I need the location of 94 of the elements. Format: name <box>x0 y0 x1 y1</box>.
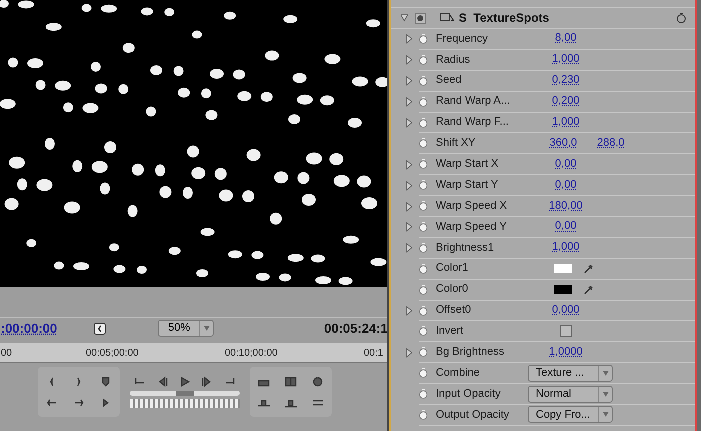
dropdown[interactable]: Normal <box>528 386 613 403</box>
value-field[interactable]: 0,00 <box>555 221 577 232</box>
parameter-label: Color0 <box>436 282 470 298</box>
disclosure-triangle-icon[interactable] <box>406 180 413 191</box>
shuttle-slider[interactable] <box>130 391 240 396</box>
parameter-label: Input Opacity <box>436 386 502 402</box>
dropdown-arrow-icon <box>602 392 608 397</box>
parameter-label: Seed <box>436 73 463 88</box>
parameter-label: Frequency <box>436 32 489 47</box>
jog-wheel[interactable] <box>130 399 240 408</box>
disclosure-triangle-icon[interactable] <box>406 97 413 108</box>
time-ruler[interactable]: 00 00:05;00:00 00:10;00:00 00:1 <box>0 343 387 363</box>
value-field[interactable]: 0,200 <box>552 96 580 108</box>
value-field[interactable]: 0,230 <box>552 75 580 86</box>
stopwatch-icon[interactable] <box>419 159 428 170</box>
stopwatch-icon[interactable] <box>419 410 428 420</box>
value-field[interactable]: 1,000 <box>552 54 580 66</box>
stopwatch-icon[interactable] <box>419 34 428 44</box>
stopwatch-icon[interactable] <box>419 222 428 232</box>
value-field[interactable]: 0,00 <box>555 180 577 191</box>
value-field[interactable]: 1,000 <box>552 117 580 128</box>
dropdown-arrow-icon <box>602 370 608 376</box>
effect-name: S_TextureSpots <box>459 10 550 27</box>
parameter-label: Output Opacity <box>436 408 510 423</box>
parameter-label: Rand Warp A... <box>436 94 512 110</box>
dropdown[interactable]: Texture ... <box>528 364 613 382</box>
reset-icon[interactable] <box>676 12 687 24</box>
stopwatch-icon[interactable] <box>419 368 428 378</box>
disclosure-triangle-icon[interactable] <box>401 13 408 23</box>
checkbox[interactable] <box>560 325 572 338</box>
color-swatch[interactable] <box>554 264 572 274</box>
parameter-label: Bg Brightness <box>436 345 506 360</box>
stopwatch-icon[interactable] <box>419 201 428 212</box>
value-field[interactable]: 0,00 <box>555 158 577 170</box>
x-value-field[interactable]: 360,0 <box>550 138 578 149</box>
parameter-label: Combine <box>436 366 482 381</box>
value-field[interactable]: 1,0000 <box>549 346 583 358</box>
disclosure-triangle-icon[interactable] <box>406 118 413 128</box>
current-timecode[interactable]: :00:00:00 <box>1 318 58 338</box>
parameter-label: Color1 <box>436 261 470 276</box>
zoom-dropdown[interactable]: 50% <box>158 320 214 337</box>
disclosure-triangle-icon[interactable] <box>406 306 413 316</box>
parameter-label: Warp Start X <box>436 157 500 172</box>
stopwatch-icon[interactable] <box>419 242 428 253</box>
stopwatch-icon[interactable] <box>419 284 428 295</box>
value-field[interactable]: 0,000 <box>552 305 580 316</box>
stopwatch-icon[interactable] <box>419 76 428 86</box>
fx-toggle-icon[interactable] <box>415 12 426 24</box>
stopwatch-icon[interactable] <box>419 389 428 400</box>
ruler-label: 00:05;00:00 <box>86 347 139 361</box>
value-field[interactable]: 180,00 <box>549 200 583 212</box>
parameter-label: Radius <box>436 52 472 68</box>
y-value-field[interactable]: 288,0 <box>597 138 625 149</box>
eyedropper-icon[interactable] <box>584 264 594 274</box>
parameter-label: Warp Speed Y <box>436 220 508 235</box>
stopwatch-icon[interactable] <box>419 306 428 316</box>
duration-timecode: 00:05:24:1 <box>324 320 388 338</box>
disclosure-triangle-icon[interactable] <box>406 222 413 232</box>
parameter-label: Rand Warp F... <box>436 115 510 130</box>
value-field[interactable]: 1,000 <box>552 242 580 254</box>
ruler-label: 00:10;00:00 <box>225 347 278 361</box>
disclosure-triangle-icon[interactable] <box>406 160 413 170</box>
disclosure-triangle-icon[interactable] <box>406 34 413 44</box>
parameter-label: Shift XY <box>436 136 477 152</box>
stopwatch-icon[interactable] <box>419 54 428 65</box>
disclosure-triangle-icon[interactable] <box>406 55 413 66</box>
parameter-label: Brightness1 <box>436 240 496 256</box>
color-swatch[interactable] <box>554 285 572 294</box>
dropdown-arrow-icon <box>602 412 608 418</box>
disclosure-triangle-icon[interactable] <box>406 202 413 212</box>
value-field[interactable]: 8,00 <box>555 33 577 44</box>
stopwatch-icon[interactable] <box>419 138 428 148</box>
parameter-label: Invert <box>436 324 465 340</box>
frame-icon[interactable] <box>284 376 298 388</box>
stopwatch-icon[interactable] <box>419 96 428 107</box>
parameter-label: Offset0 <box>436 303 472 318</box>
disclosure-triangle-icon[interactable] <box>406 243 413 254</box>
bracket-icon[interactable] <box>94 322 106 334</box>
disclosure-triangle-icon[interactable] <box>406 348 413 358</box>
stopwatch-icon[interactable] <box>419 347 428 358</box>
stopwatch-icon[interactable] <box>419 180 428 190</box>
disclosure-triangle-icon[interactable] <box>406 76 413 86</box>
stopwatch-icon[interactable] <box>419 264 428 274</box>
ruler-label: 00 <box>1 347 12 361</box>
parameter-label: Warp Speed X <box>436 198 508 214</box>
effect-icon <box>440 13 455 23</box>
eyedropper-icon[interactable] <box>584 284 594 295</box>
ruler-label: 00:1 <box>364 347 384 361</box>
stopwatch-icon[interactable] <box>419 118 428 128</box>
parameter-label: Warp Start Y <box>436 178 500 193</box>
dropdown-arrow-icon <box>204 326 210 331</box>
stopwatch-icon[interactable] <box>419 326 428 336</box>
shuttle-thumb[interactable] <box>176 391 194 396</box>
dropdown[interactable]: Copy Fro... <box>528 406 613 424</box>
